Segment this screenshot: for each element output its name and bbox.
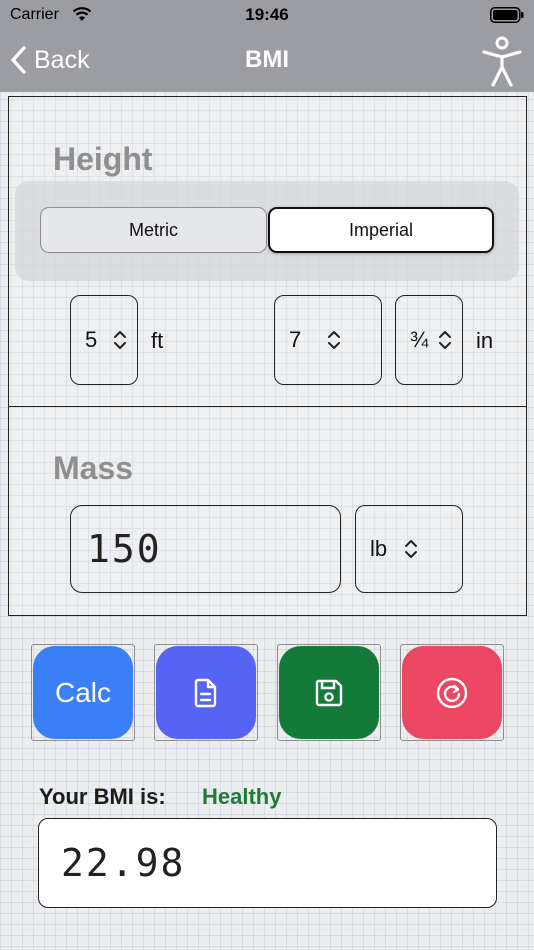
chevron-up-down-icon xyxy=(328,331,340,349)
feet-picker[interactable]: 5 xyxy=(70,295,138,385)
save-button[interactable] xyxy=(279,646,379,739)
section-divider xyxy=(8,406,527,407)
mass-unit-value: lb xyxy=(370,536,388,561)
mass-title: Mass xyxy=(53,450,134,486)
calc-button[interactable]: Calc xyxy=(33,646,133,739)
feet-value: 5 xyxy=(85,327,98,352)
nav-bar: Back BMI xyxy=(0,30,534,92)
bmi-status-label: Healthy xyxy=(202,784,282,809)
save-button-cell xyxy=(277,644,381,741)
inches-unit-label: in xyxy=(476,328,494,353)
status-bar: Carrier 19:46 xyxy=(0,0,534,30)
calc-button-label: Calc xyxy=(54,676,111,708)
floppy-disk-icon xyxy=(315,679,343,706)
chevron-up-down-icon xyxy=(405,540,417,558)
height-title: Height xyxy=(53,141,153,177)
battery-icon xyxy=(490,7,524,23)
clock: 19:46 xyxy=(245,5,289,24)
header: Carrier 19:46 Back BMI xyxy=(0,0,534,92)
inches-value: 7 xyxy=(289,327,302,352)
accessibility-icon[interactable] xyxy=(480,34,524,88)
document-icon xyxy=(194,678,217,707)
mass-input[interactable]: 150 xyxy=(70,505,341,593)
segment-metric[interactable]: Metric xyxy=(40,207,267,253)
reset-button[interactable] xyxy=(402,646,502,739)
segment-imperial[interactable]: Imperial xyxy=(268,207,494,253)
report-button[interactable] xyxy=(156,646,256,739)
page-title: BMI xyxy=(245,46,289,73)
bmi-result-value: 22.98 xyxy=(38,818,497,908)
mass-unit-picker[interactable]: lb xyxy=(355,505,463,593)
chevron-up-down-icon xyxy=(114,331,126,349)
inch-fraction-picker[interactable]: ¾ xyxy=(395,295,463,385)
reset-button-cell xyxy=(400,644,504,741)
refresh-icon xyxy=(436,677,468,708)
calc-button-cell: Calc xyxy=(31,644,135,741)
chevron-up-down-icon xyxy=(439,331,451,349)
bmi-result-label: Your BMI is: xyxy=(39,784,166,809)
feet-unit-label: ft xyxy=(151,328,164,353)
report-button-cell xyxy=(154,644,258,741)
inches-picker[interactable]: 7 xyxy=(274,295,382,385)
fraction-value: ¾ xyxy=(410,327,429,352)
